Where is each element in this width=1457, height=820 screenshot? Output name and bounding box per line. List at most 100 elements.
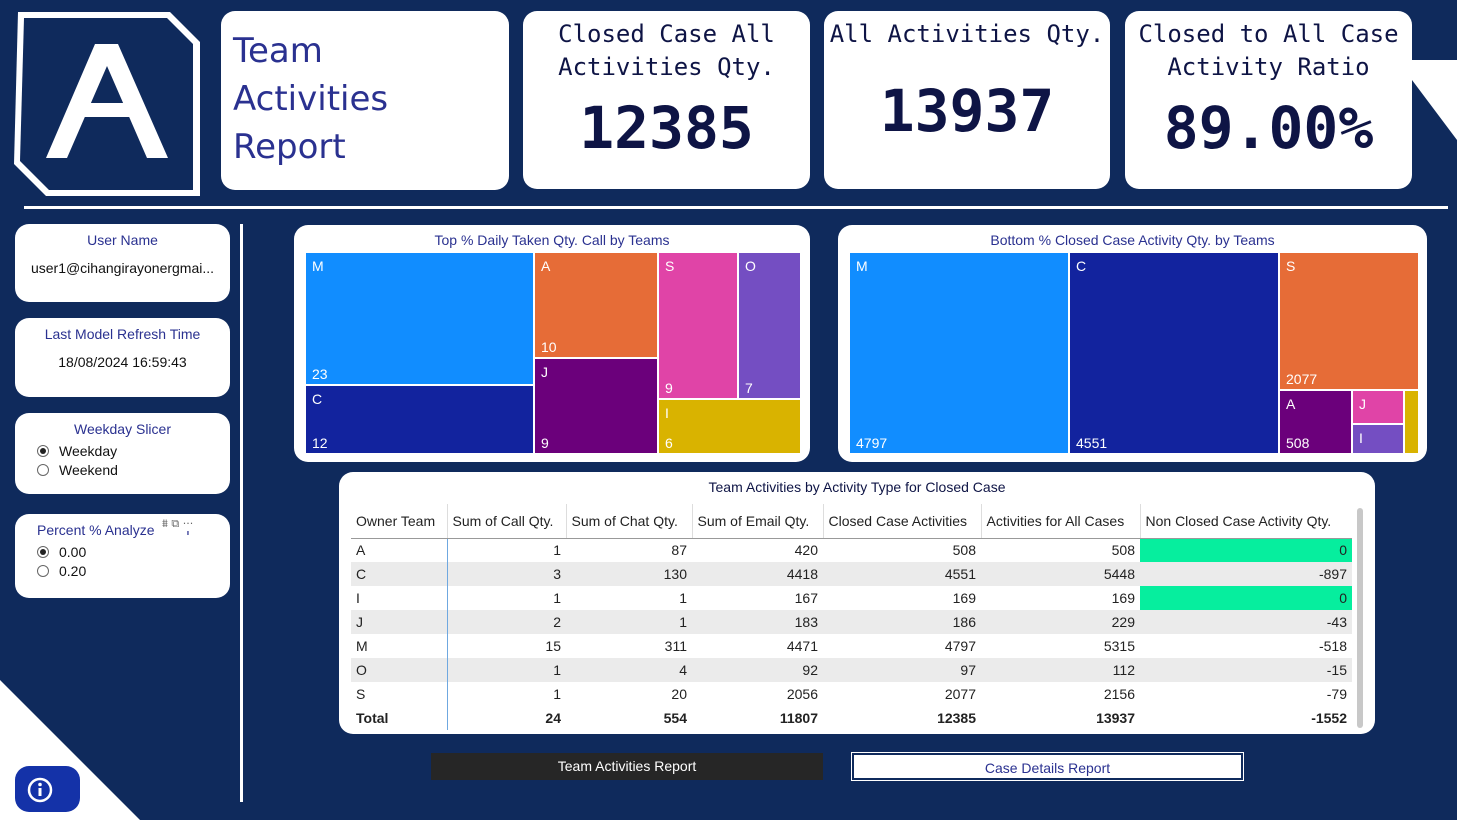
table-cell: 169 [952,590,976,606]
table-cell: 1 [553,686,561,702]
treemap-cell[interactable]: A 10 [534,252,658,358]
weekday-slicer-title: Weekday Slicer [73,421,171,437]
case-details-report-button[interactable]: Case Details Report [851,752,1244,781]
table-cell: 2 [447,610,566,634]
dashboard-page: Team Activities Report Closed Case All A… [0,0,1457,820]
treemap-cell[interactable]: S 2077 [1279,252,1419,390]
team-activities-report-button[interactable]: Team Activities Report [431,753,823,780]
treemap-cell[interactable]: M 4797 [849,252,1069,454]
treemap-cell[interactable]: O7 [738,252,801,399]
table-cell: 5448 [981,562,1140,586]
visual-header-icons[interactable]: ⩩ ⧉ ··· [160,517,196,531]
column-header[interactable]: Sum of Call Qty. [446,504,566,539]
table-row[interactable]: C 3 130 4418 4551 5448 -897 [351,562,1352,586]
cell-label: M [856,258,868,274]
table-cell: 167 [794,590,818,606]
table-row[interactable]: I 1 1 167 169 169 0 [351,586,1352,610]
treemap-cell[interactable]: C 4551 [1069,252,1279,454]
column-header[interactable]: Sum of Chat Qty. [565,504,692,539]
table-cell: J [351,610,448,634]
percent-slicer-title-text: Percent % Analyze [37,522,155,538]
kpi-label: Closed Case All [558,20,775,48]
table-cell: 420 [794,542,818,559]
percent-option-1[interactable]: 0.20 [37,561,230,580]
table-row[interactable]: O 1 4 92 97 112 -15 [351,658,1352,682]
radio-selected-icon [37,545,49,558]
filter-icon[interactable]: ⩩ [162,517,168,530]
column-header[interactable]: Closed Case Activities [822,504,981,539]
kpi-label: Closed to All Case [1138,20,1399,48]
column-header[interactable]: Non Closed Case Activity Qty. [1139,504,1352,539]
table-cell: 508 [952,542,976,559]
treemap-cell[interactable]: I6 [658,399,801,454]
column-header[interactable]: Owner Team [351,504,447,539]
treemap-cell[interactable]: M 23 [305,252,534,385]
table-scrollbar[interactable] [1357,508,1363,728]
table-row[interactable]: A 1 87 420 508 508 0 [351,538,1352,562]
info-button[interactable] [15,766,80,812]
table-header-row: Owner Team Sum of Call Qty. Sum of Chat … [351,504,1352,539]
kpi-label: Activity Ratio [1167,53,1370,81]
table-cell: 0 [1140,538,1352,562]
table-cell: 4 [566,658,692,682]
table-row[interactable]: S 1 20 2056 2077 2156 -79 [351,682,1352,706]
total-cell: -1552 [1140,706,1352,730]
table-cell: 186 [823,610,981,634]
report-title-line: Team [233,31,323,71]
table-cell: 4797 [944,638,976,654]
column-header[interactable]: Sum of Email Qty. [691,504,823,539]
kpi-value: 13937 [879,77,1055,145]
percent-slicer-title: Percent % Analyze r [15,522,230,538]
percent-option-label: 0.20 [59,562,87,579]
table-cell: 4418 [692,562,823,586]
treemap-cell[interactable]: J9 [534,358,658,454]
user-name-card: User Name user1@cihangirayonergmai... [15,224,230,302]
focus-mode-icon[interactable]: ⧉ [171,517,179,530]
table-cell: I [351,586,448,610]
table-cell: 508 [1111,542,1135,559]
more-options-icon[interactable]: ··· [183,517,194,530]
bottom-closed-case-treemap: Bottom % Closed Case Activity Qty. by Te… [838,225,1427,462]
table-cell: M [351,634,448,658]
weekday-option-label: Weekday [59,442,118,459]
table-row[interactable]: M 15 311 4471 4797 5315 -518 [351,634,1352,658]
treemap-cell[interactable]: C 12 [305,385,534,454]
percent-option-label: 0.00 [59,543,87,560]
table-cell: 1 [447,658,566,682]
percent-slicer: Percent % Analyze r 0.00 0.20 [15,514,230,598]
cell-label: I [1359,430,1363,446]
treemap-cell[interactable]: A 508 [1279,390,1352,454]
table-cell: 229 [981,610,1140,634]
column-header[interactable]: Activities for All Cases [980,504,1140,539]
cell-label: C [312,391,323,407]
treemap-cell[interactable]: I [1352,424,1404,454]
user-name-value: user1@cihangirayonergmai... [30,260,215,276]
radio-unselected-icon [37,463,49,476]
cell-value: 4797 [856,435,888,451]
weekend-option[interactable]: Weekend [37,460,230,479]
kpi-label: All Activities Qty. [829,20,1105,48]
total-cell: 12385 [823,706,981,730]
treemap-cell[interactable]: J [1352,390,1404,424]
cell-label: I [665,405,669,421]
kpi-label: Activities Qty. [558,53,775,81]
cell-label: S [1286,258,1296,274]
table-cell: 311 [664,638,687,654]
treemap-cell[interactable]: S9 [658,252,738,399]
treemap-cell[interactable] [1404,390,1419,454]
percent-option-0[interactable]: 0.00 [37,542,230,561]
table-cell: A [351,538,448,562]
refresh-time-title: Last Model Refresh Time [44,326,201,342]
table-cell: 183 [692,610,823,634]
cell-label: S [665,258,675,274]
top-daily-call-treemap: Top % Daily Taken Qty. Call by Teams M 23… [294,225,810,462]
cell-value: 2077 [1286,371,1318,387]
table-cell: -79 [1326,686,1347,702]
user-name-title: User Name [87,232,158,248]
table-row[interactable]: J 2 1 183 186 229 -43 [351,610,1352,634]
kpi-value: 12385 [579,94,754,162]
table-cell: S [351,682,448,706]
table-title: Team Activities by Activity Type for Clo… [708,479,1006,495]
weekday-option[interactable]: Weekday [37,441,230,460]
cell-value: 12 [312,435,328,451]
